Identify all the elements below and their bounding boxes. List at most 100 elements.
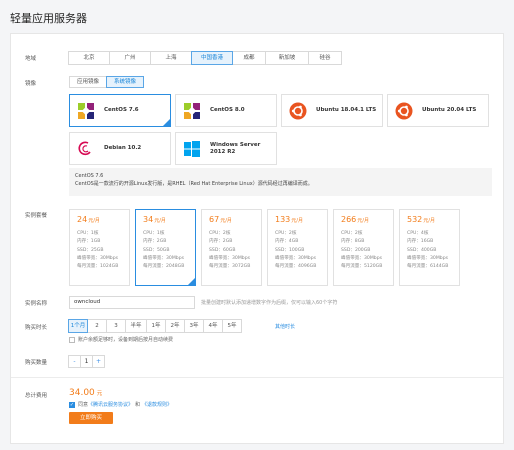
plan-spec-bw: 峰值带宽：30Mbps <box>275 255 317 261</box>
agreement-prefix: 同意 <box>78 402 89 408</box>
plan-price-unit: 元/月 <box>357 218 369 224</box>
plan-spec-mem: 内存：1GB <box>77 239 101 245</box>
service-agreement-link[interactable]: 《腾讯云服务协议》 <box>88 401 133 408</box>
os-image-name: Ubuntu 20.04 LTS <box>422 107 477 113</box>
plan-spec-ssd: SSD：100GB <box>275 247 305 253</box>
auto-renew-label: 账户余额足够时，设备到期后按月自动续费 <box>78 337 174 343</box>
os-image-name: CentOS 8.0 <box>210 107 245 113</box>
plan-price-value: 266 <box>341 215 357 224</box>
os-description-text: CentOS是一款流行的开源Linux发行版，是RHEL（Red Hat Ent… <box>75 181 313 187</box>
plan-card[interactable]: 34 元/月 CPU：1核 内存：2GB SSD：50GB 峰值带宽：30Mbps 每月流量… <box>135 209 196 286</box>
region-option[interactable]: 广州 <box>109 51 151 65</box>
region-selector: 北京 广州 上海 中国香港 成都 新加坡 硅谷 <box>68 51 342 65</box>
instance-name-input[interactable]: owncloud <box>69 296 195 309</box>
plan-price-unit: 元/月 <box>220 218 232 224</box>
buy-now-button[interactable]: 立即购买 <box>69 412 113 424</box>
region-option[interactable]: 北京 <box>68 51 110 65</box>
os-description: CentOS 7.6 CentOS是一款流行的开源Linux发行版，是RHEL（… <box>69 168 492 196</box>
windows-icon <box>183 140 201 158</box>
duration-option[interactable]: 1个月 <box>68 319 88 333</box>
region-option[interactable]: 新加坡 <box>265 51 309 65</box>
duration-option[interactable]: 5年 <box>222 319 242 333</box>
plan-card[interactable]: 133 元/月 CPU：2核 内存：4GB SSD：100GB 峰值带宽：30Mbps 每月… <box>267 209 328 286</box>
plan-spec-cpu: CPU：2核 <box>341 231 363 236</box>
quantity-stepper: - 1 + <box>68 355 105 368</box>
plan-specs: CPU：2核 内存：4GB SSD：100GB 峰值带宽：30Mbps 每月流量：409… <box>275 230 320 271</box>
region-option[interactable]: 中国香港 <box>191 51 233 65</box>
agreement-checkbox[interactable]: ✓ <box>69 401 75 408</box>
plan-spec-traffic: 每月流量：3072GB <box>209 264 251 270</box>
region-option[interactable]: 成都 <box>232 51 266 65</box>
plan-spec-mem: 内存：4GB <box>275 239 299 245</box>
image-tab[interactable]: 应用镜像 <box>69 76 107 88</box>
duration-option[interactable]: 2 <box>87 319 107 333</box>
ubuntu-icon <box>395 102 413 120</box>
os-image-card[interactable]: Ubuntu 18.04.1 LTS <box>281 94 383 127</box>
plan-spec-ssd: SSD：200GB <box>341 247 371 253</box>
plan-price: 532 元/月 <box>407 215 452 224</box>
region-option[interactable]: 上海 <box>150 51 192 65</box>
plan-card[interactable]: 532 元/月 CPU：4核 内存：16GB SSD：400GB 峰值带宽：30Mbps 每… <box>399 209 460 286</box>
os-image-name: Ubuntu 18.04.1 LTS <box>316 107 377 113</box>
os-image-card[interactable]: Debian 10.2 <box>69 132 171 165</box>
auto-renew-checkbox[interactable]: 账户余额足够时，设备到期后按月自动续费 <box>69 336 173 343</box>
agreement-row: ✓ 同意 《腾讯云服务协议》 和 《退款规则》 <box>69 401 172 408</box>
region-option[interactable]: 硅谷 <box>308 51 342 65</box>
plan-specs: CPU：2核 内存：8GB SSD：200GB 峰值带宽：30Mbps 每月流量：512… <box>341 230 386 271</box>
increment-button[interactable]: + <box>92 355 105 368</box>
quantity-label: 购买数量 <box>25 360 48 366</box>
instance-plan-label: 实例套餐 <box>25 213 48 219</box>
debian-icon <box>77 140 95 158</box>
plan-price: 266 元/月 <box>341 215 386 224</box>
os-image-card[interactable]: CentOS 7.6 <box>69 94 171 127</box>
other-duration-link[interactable]: 其他时长 <box>275 323 295 330</box>
os-image-card[interactable]: Ubuntu 20.04 LTS <box>387 94 489 127</box>
duration-option[interactable]: 4年 <box>203 319 223 333</box>
plan-card[interactable]: 266 元/月 CPU：2核 内存：8GB SSD：200GB 峰值带宽：30Mbps 每月… <box>333 209 394 286</box>
duration-option[interactable]: 3 <box>106 319 126 333</box>
plan-price-value: 133 <box>275 215 291 224</box>
instance-name-label: 实例名称 <box>25 301 48 307</box>
plan-spec-bw: 峰值带宽：30Mbps <box>77 255 119 261</box>
duration-option[interactable]: 1年 <box>146 319 166 333</box>
image-tab[interactable]: 系统镜像 <box>106 76 144 88</box>
refund-rules-link[interactable]: 《退款规则》 <box>142 401 172 408</box>
plan-price-unit: 元/月 <box>88 218 100 224</box>
duration-option[interactable]: 2年 <box>165 319 185 333</box>
duration-selector: 1个月 2 3 半年 1年 2年 3年 4年 5年 <box>68 319 242 333</box>
plan-spec-mem: 内存：2GB <box>143 239 167 245</box>
plan-price-value: 67 <box>209 215 220 224</box>
plan-price-value: 24 <box>77 215 88 224</box>
plan-spec-bw: 峰值带宽：30Mbps <box>341 255 383 261</box>
plan-price-unit: 元/月 <box>423 218 435 224</box>
os-image-card[interactable]: CentOS 8.0 <box>175 94 277 127</box>
purchase-panel: 地域 北京 广州 上海 中国香港 成都 新加坡 硅谷 镜像 应用镜像 系统镜像 CentOS … <box>10 33 504 444</box>
total-unit: 元 <box>96 391 103 397</box>
plan-spec-bw: 峰值带宽：30Mbps <box>407 255 449 261</box>
plan-spec-traffic: 每月流量：5120GB <box>341 264 383 270</box>
plan-spec-ssd: SSD：25GB <box>77 247 104 253</box>
plan-spec-traffic: 每月流量：4096GB <box>275 264 317 270</box>
duration-option[interactable]: 3年 <box>184 319 204 333</box>
plan-price: 133 元/月 <box>275 215 320 224</box>
total-price: 34.00 元 <box>69 388 102 398</box>
checkbox-icon[interactable] <box>69 336 75 343</box>
image-label: 镜像 <box>25 81 37 87</box>
total-value: 34.00 <box>69 388 95 398</box>
instance-name-hint: 批量创建时默认添加递增数字作为后缀，仅可以输入60个字符 <box>201 300 338 306</box>
plan-specs: CPU：2核 内存：2GB SSD：60GB 峰值带宽：30Mbps 每月流量：3072… <box>209 230 254 271</box>
centos-icon <box>183 102 201 120</box>
plan-spec-cpu: CPU：2核 <box>275 231 297 236</box>
plan-specs: CPU：1核 内存：2GB SSD：50GB 峰值带宽：30Mbps 每月流量：2048… <box>143 230 188 271</box>
os-image-card[interactable]: Windows Server 2012 R2 <box>175 132 277 165</box>
duration-label: 购买时长 <box>25 325 48 331</box>
plan-price-unit: 元/月 <box>291 218 303 224</box>
plan-spec-ssd: SSD：400GB <box>407 247 437 253</box>
plan-card[interactable]: 24 元/月 CPU：1核 内存：1GB SSD：25GB 峰值带宽：30Mbps 每月流量… <box>69 209 130 286</box>
plan-card[interactable]: 67 元/月 CPU：2核 内存：2GB SSD：60GB 峰值带宽：30Mbps 每月流量… <box>201 209 262 286</box>
os-description-title: CentOS 7.6 <box>75 173 104 179</box>
os-image-name: Windows Server 2012 R2 <box>210 141 261 155</box>
plan-spec-bw: 峰值带宽：30Mbps <box>143 255 185 261</box>
duration-option[interactable]: 半年 <box>125 319 147 333</box>
plan-spec-traffic: 每月流量：1024GB <box>77 264 119 270</box>
